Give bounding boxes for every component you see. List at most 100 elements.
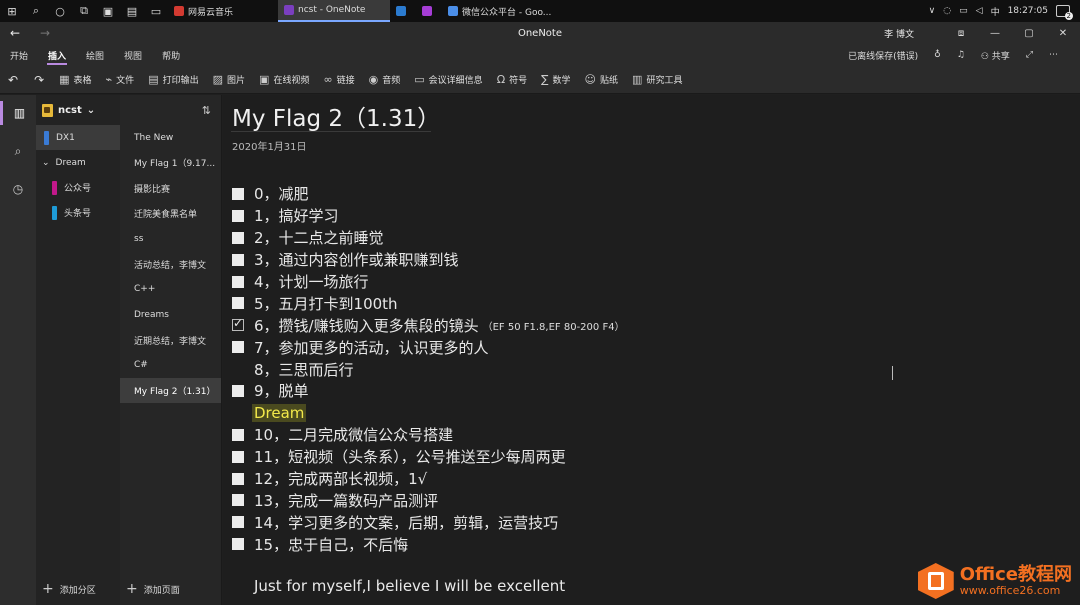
notification-icon[interactable]: 2 (1056, 5, 1073, 20)
bell-icon[interactable]: ♫ (957, 50, 965, 60)
maximize-icon[interactable]: ▢ (1012, 28, 1046, 39)
ribbon-tab[interactable]: 帮助 (152, 44, 190, 66)
insert-attach-button[interactable]: ⌁ 文件 (99, 66, 142, 94)
taskbar-app[interactable]: 微信公众平台 - Goo... (442, 0, 570, 22)
todo-item[interactable]: 10，二月完成微信公众号搭建 (232, 424, 625, 446)
page-item[interactable]: 迁院美食黑名单 (120, 201, 221, 226)
sort-pages-icon[interactable]: ⇅ (120, 95, 221, 125)
note-footer-text[interactable]: Just for myself,I believe I will be exce… (254, 577, 565, 595)
todo-item[interactable]: Dream (232, 402, 625, 424)
todo-item[interactable]: 5，五月打卡到100th (232, 292, 625, 314)
share-button[interactable]: ⚇ 共享 (981, 49, 1010, 62)
ribbon-tab[interactable]: 视图 (114, 44, 152, 66)
insert-meeting-button[interactable]: ▭ 会议详细信息 (407, 66, 489, 94)
add-section-button[interactable]: + 添加分区 (42, 581, 96, 597)
add-page-button[interactable]: + 添加页面 (126, 581, 180, 597)
page-item[interactable]: My Flag 1（9.17... (120, 150, 221, 175)
minimize-icon[interactable]: — (978, 28, 1012, 39)
lightbulb-icon[interactable]: ♁ (934, 50, 941, 60)
checkbox[interactable] (232, 428, 244, 441)
user-name[interactable]: 李 博文 (884, 27, 914, 40)
ime-indicator[interactable]: 中 (991, 5, 1000, 18)
page-item[interactable]: C++ (120, 277, 221, 302)
section-item[interactable]: DX1 (36, 125, 120, 150)
todo-item[interactable]: 14，学习更多的文案，后期，剪辑，运营技巧 (232, 511, 625, 533)
todo-item[interactable]: 8，三思而后行 (232, 358, 625, 380)
cortana-icon[interactable]: ○ (48, 0, 72, 22)
notebooks-icon[interactable]: ▥ (0, 101, 36, 125)
checkbox[interactable] (232, 472, 244, 485)
checkbox[interactable] (232, 450, 244, 463)
todo-item[interactable]: 1，搞好学习 (232, 205, 625, 227)
checkbox[interactable] (232, 297, 244, 310)
checkbox[interactable] (232, 187, 244, 200)
insert-picture-button[interactable]: ▨ 图片 (206, 66, 252, 94)
insert-printout-button[interactable]: ▤ 打印输出 (141, 66, 205, 94)
todo-item[interactable]: 15，忠于自己，不后悔 (232, 533, 625, 555)
checkbox[interactable] (232, 253, 244, 266)
insert-video-button[interactable]: ▣ 在线视频 (252, 66, 316, 94)
todo-item[interactable]: 4，计划一场旅行 (232, 271, 625, 293)
checkbox[interactable] (232, 538, 244, 551)
todo-item[interactable]: 9，脱单 (232, 380, 625, 402)
clock[interactable]: 18:27:05 (1008, 6, 1048, 16)
page-item[interactable]: My Flag 2（1.31） (120, 377, 221, 404)
page-item[interactable]: 活动总结，李博文 (120, 251, 221, 276)
page-item[interactable]: ss (120, 226, 221, 251)
checkbox[interactable] (232, 275, 244, 288)
task-view-icon[interactable]: ⧉ (72, 0, 96, 22)
page-item[interactable]: Dreams (120, 302, 221, 327)
file-explorer-icon[interactable]: ▭ (144, 0, 168, 22)
ribbon-tab[interactable]: 开始 (0, 44, 38, 66)
section-item[interactable]: 头条号 (36, 200, 120, 225)
insert-omega-button[interactable]: Ω 符号 (490, 66, 534, 94)
search-icon[interactable]: ⌕ (24, 0, 48, 22)
close-icon[interactable]: ✕ (1046, 28, 1080, 39)
todo-item[interactable]: 13，完成一篇数码产品测评 (232, 489, 625, 511)
start-icon[interactable]: ⊞ (0, 0, 24, 22)
taskbar-app[interactable] (416, 0, 442, 22)
more-options-icon[interactable]: ⋯ (1049, 50, 1058, 60)
todo-item[interactable]: 11，短视频（头条系），公号推送至少每周两更 (232, 446, 625, 468)
insert-table-button[interactable]: ▦ 表格 (52, 66, 98, 94)
insert-research-button[interactable]: ▥ 研究工具 (625, 66, 689, 94)
taskbar-app[interactable]: ncst - OneNote (278, 0, 390, 22)
page-item[interactable]: C# (120, 353, 221, 378)
chevron-down-icon[interactable]: ⌄ (42, 158, 50, 168)
todo-item[interactable]: 12，完成两部长视频，1√ (232, 468, 625, 490)
ribbon-tab[interactable]: 插入 (38, 44, 76, 66)
chevron-up-icon[interactable]: ∨ (929, 6, 936, 16)
todo-item[interactable]: 7，参加更多的活动，认识更多的人 (232, 336, 625, 358)
checkbox[interactable] (232, 209, 244, 222)
todo-item[interactable]: 3，通过内容创作或兼职赚到钱 (232, 249, 625, 271)
todo-item[interactable]: 6，攒钱/赚钱购入更多焦段的镜头（EF 50 F1.8,EF 80-200 F4… (232, 314, 625, 336)
section-item[interactable]: 公众号 (36, 175, 120, 200)
store-icon[interactable]: ▣ (96, 0, 120, 22)
save-status[interactable]: 已离线保存(错误) (848, 49, 918, 62)
checkbox[interactable] (232, 231, 244, 244)
recent-clock-icon[interactable]: ◷ (0, 177, 36, 201)
note-canvas[interactable]: My Flag 2（1.31） 2020年1月31日 0，减肥 1，搞好学习 2，十… (223, 95, 1080, 605)
undo-icon[interactable]: ↶ (0, 66, 26, 94)
battery-icon[interactable]: ▭ (959, 6, 968, 16)
ribbon-tab[interactable]: 绘图 (76, 44, 114, 66)
forward-arrow-icon[interactable]: → (30, 26, 60, 40)
taskbar-app[interactable]: 网易云音乐 (168, 0, 278, 22)
page-item[interactable]: 近期总结，李博文 (120, 327, 221, 352)
notebook-selector[interactable]: ncst ⌄ (36, 95, 120, 125)
fullscreen-icon[interactable]: ⤢ (1026, 50, 1033, 60)
todo-item[interactable]: 2，十二点之前睡觉 (232, 227, 625, 249)
page-item[interactable]: 摄影比赛 (120, 176, 221, 201)
pinned-app-icon[interactable]: ▤ (120, 0, 144, 22)
todo-item[interactable]: 0，减肥 (232, 183, 625, 205)
redo-icon[interactable]: ↷ (26, 66, 52, 94)
back-arrow-icon[interactable]: ← (0, 26, 30, 40)
checkbox[interactable] (232, 384, 244, 397)
insert-sticker-button[interactable]: ☺ 贴纸 (578, 66, 625, 94)
checkbox[interactable] (232, 494, 244, 507)
page-item[interactable]: The New (120, 125, 221, 150)
taskbar-app[interactable] (390, 0, 416, 22)
checkbox[interactable] (232, 516, 244, 529)
restore-compact-icon[interactable]: ⧈ (944, 28, 978, 39)
network-icon[interactable]: ◌ (943, 6, 951, 16)
